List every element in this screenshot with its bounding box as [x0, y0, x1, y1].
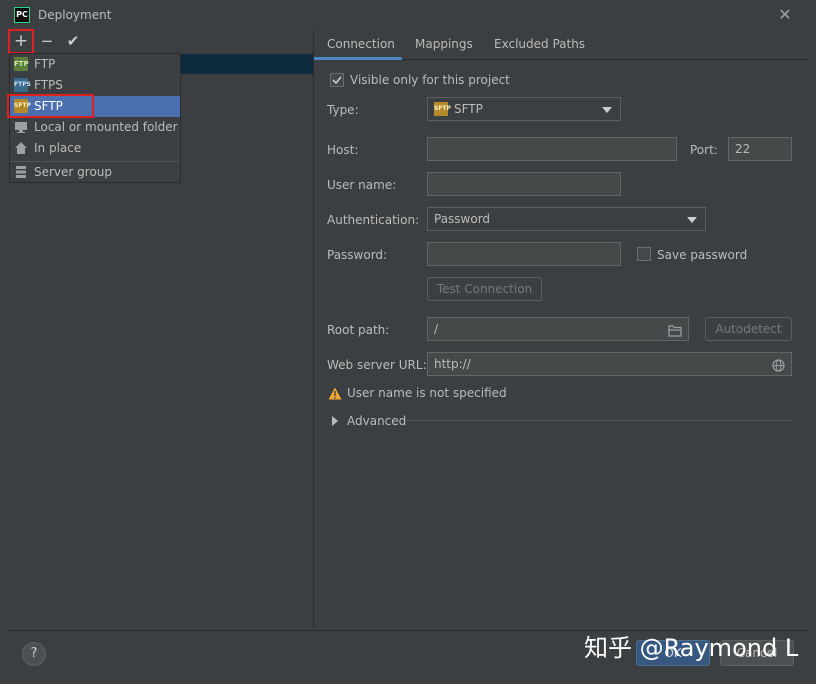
ftp-icon: FTP	[14, 57, 29, 71]
window-title: Deployment	[38, 8, 112, 22]
chevron-down-icon	[602, 107, 612, 113]
authentication-label: Authentication:	[327, 213, 420, 227]
close-icon[interactable]: ✕	[776, 6, 794, 24]
test-connection-button[interactable]: Test Connection	[427, 277, 542, 301]
menu-item-ftp[interactable]: FTP FTP	[10, 54, 180, 75]
advanced-toggle[interactable]: Advanced	[347, 414, 406, 428]
authentication-value: Password	[434, 212, 491, 226]
password-label: Password:	[327, 248, 388, 262]
remove-icon: −	[40, 32, 54, 50]
menu-item-ftps[interactable]: FTPS FTPS	[10, 75, 180, 96]
watermark: 知乎 @Raymond L	[584, 634, 799, 662]
type-select[interactable]: SFTP SFTP	[427, 97, 621, 121]
menu-item-label: FTPS	[34, 78, 63, 92]
help-button[interactable]: ?	[22, 642, 46, 666]
warning-text: User name is not specified	[347, 386, 507, 400]
root-path-label: Root path:	[327, 323, 390, 337]
chevron-right-icon[interactable]	[332, 415, 338, 429]
web-url-field[interactable]: http://	[427, 352, 792, 376]
type-value: SFTP	[454, 102, 483, 116]
apply-button[interactable]: ✔	[63, 31, 83, 51]
type-label: Type:	[327, 103, 359, 117]
remove-server-button[interactable]: −	[37, 31, 57, 51]
folder-browse-icon[interactable]	[668, 322, 682, 344]
menu-item-label: FTP	[34, 57, 56, 71]
visible-only-checkbox[interactable]	[330, 73, 344, 87]
save-password-checkbox[interactable]	[637, 247, 651, 261]
add-server-button[interactable]: +	[8, 29, 34, 54]
web-url-label: Web server URL:	[327, 358, 427, 372]
tab-label: Excluded Paths	[494, 37, 586, 51]
ftps-icon: FTPS	[14, 78, 31, 92]
sftp-icon: SFTP	[434, 102, 451, 116]
tab-label: Mappings	[415, 37, 473, 51]
menu-item-in-place[interactable]: In place	[10, 138, 180, 159]
globe-icon[interactable]	[772, 357, 785, 379]
app-icon: PC	[14, 7, 30, 23]
panel-divider[interactable]	[313, 30, 314, 628]
tab-connection[interactable]: Connection	[314, 34, 402, 60]
visible-only-label: Visible only for this project	[350, 73, 510, 87]
tab-label: Connection	[327, 37, 395, 51]
menu-item-label: Server group	[34, 165, 113, 179]
folder-icon	[14, 120, 28, 134]
add-server-menu: FTP FTP FTPS FTPS SFTP SFTP Local or mou…	[9, 53, 181, 183]
home-icon	[14, 141, 28, 155]
host-field[interactable]	[427, 137, 677, 161]
advanced-separator	[406, 420, 792, 421]
chevron-down-icon	[687, 217, 697, 223]
host-label: Host:	[327, 143, 359, 157]
add-icon: +	[13, 31, 29, 51]
username-label: User name:	[327, 178, 397, 192]
root-path-field[interactable]: /	[427, 317, 689, 341]
menu-item-local-folder[interactable]: Local or mounted folder	[10, 117, 180, 138]
web-url-value: http://	[434, 357, 471, 371]
title-bar	[0, 0, 816, 30]
port-field[interactable]: 22	[728, 137, 792, 161]
save-password-label: Save password	[657, 248, 748, 262]
menu-item-label: In place	[34, 141, 82, 155]
password-field[interactable]	[427, 242, 621, 266]
username-field[interactable]	[427, 172, 621, 196]
menu-item-label: Local or mounted folder	[34, 120, 178, 134]
root-path-value: /	[434, 322, 439, 336]
authentication-select[interactable]: Password	[427, 207, 706, 231]
server-list-selected-row[interactable]	[180, 54, 313, 74]
port-label: Port:	[690, 143, 718, 157]
warning-icon	[328, 387, 342, 403]
menu-item-server-group[interactable]: Server group	[10, 162, 180, 183]
server-group-icon	[14, 165, 28, 179]
autodetect-button[interactable]: Autodetect	[705, 317, 792, 341]
tab-excluded-paths[interactable]: Excluded Paths	[494, 34, 585, 60]
tab-mappings[interactable]: Mappings	[415, 34, 473, 60]
check-icon: ✔	[66, 32, 80, 50]
sftp-highlight-box	[7, 94, 94, 118]
